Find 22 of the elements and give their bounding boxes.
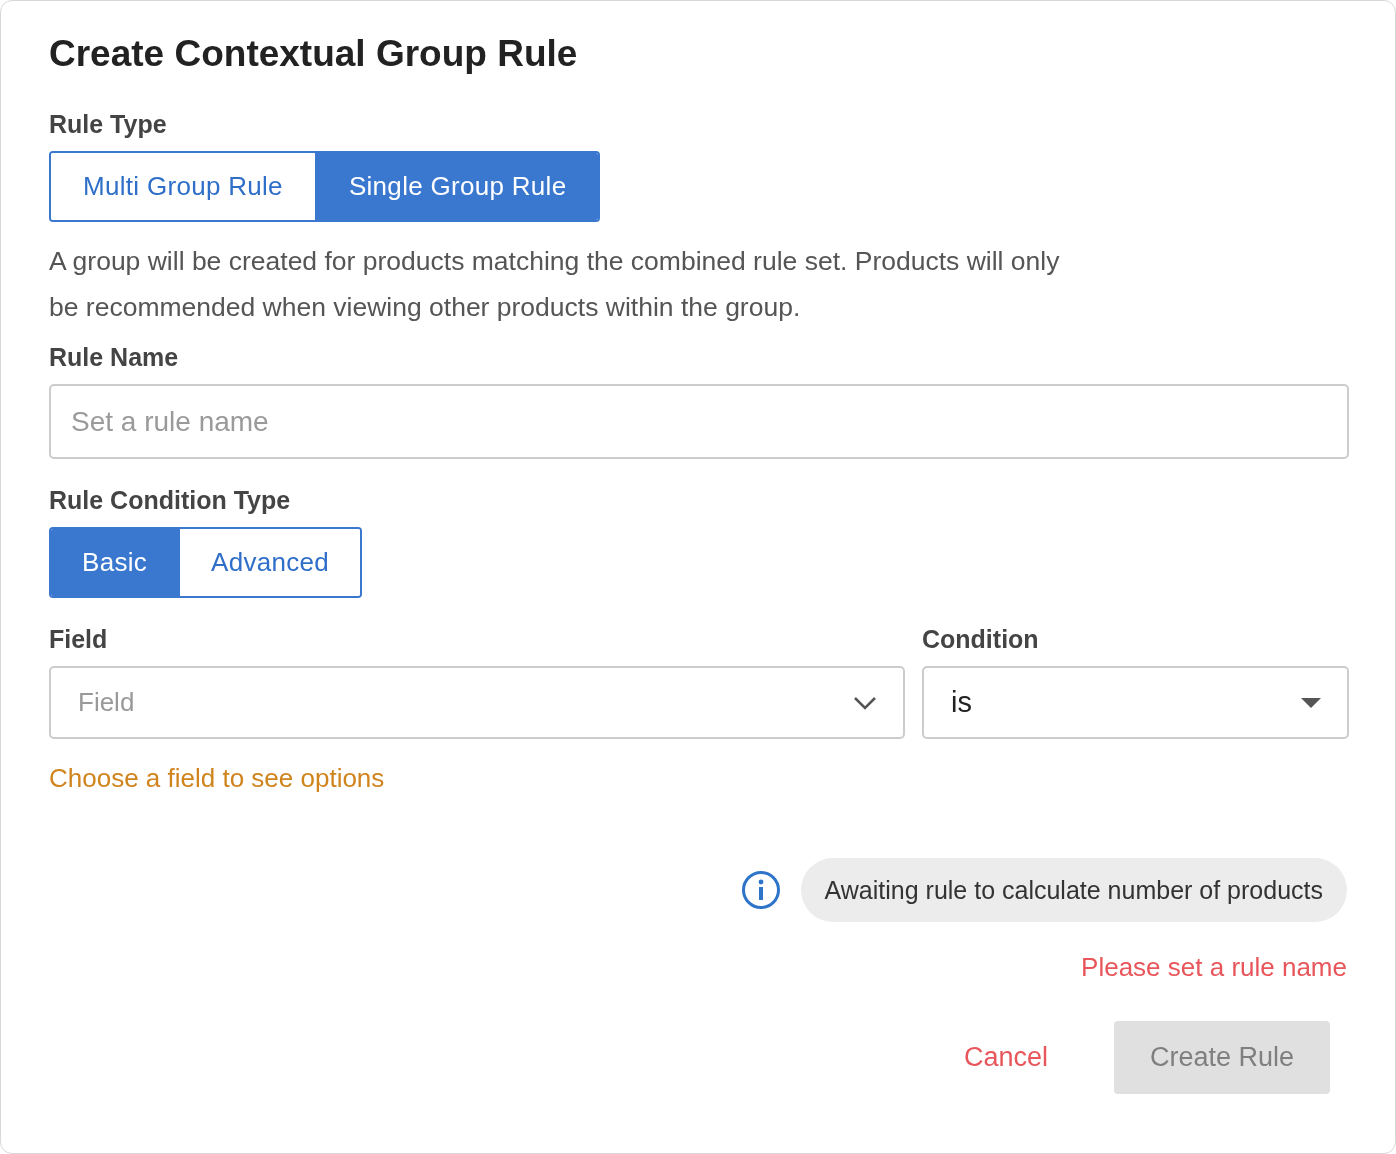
info-icon: [740, 870, 781, 910]
error-message: Please set a rule name: [1081, 952, 1347, 983]
segment-button[interactable]: Single Group Rule: [314, 153, 599, 220]
section-label: Rule Condition Type: [49, 485, 291, 515]
field-label: Condition: [922, 624, 1040, 654]
dialog-title: Create Contextual Group Rule: [49, 32, 578, 76]
segment-button[interactable]: Basic: [51, 529, 179, 596]
condition-dropdown[interactable]: is: [922, 666, 1349, 739]
dropdown-placeholder: Field: [78, 687, 135, 718]
dropdown-value: is: [951, 686, 972, 719]
section-label: Rule Name: [49, 342, 179, 372]
section-label: Rule Type: [49, 109, 167, 139]
status-message: Awaiting rule to calculate number of products: [800, 858, 1347, 922]
field-hint-text: Choose a field to see options: [49, 763, 385, 794]
field-label: Field: [49, 624, 109, 654]
cancel-button[interactable]: Cancel: [963, 1032, 1048, 1083]
description-text: A group will be created for products matching the combined rule set. Products will only be recommended when viewing other products within the group.: [49, 245, 1061, 324]
rule-name-field[interactable]: Set a rule name: [49, 384, 1349, 459]
field-dropdown[interactable]: Field: [49, 666, 905, 739]
chevron-down-icon: [853, 695, 877, 710]
caret-down-icon: [1301, 697, 1321, 708]
segment-button[interactable]: Advanced: [178, 529, 361, 596]
